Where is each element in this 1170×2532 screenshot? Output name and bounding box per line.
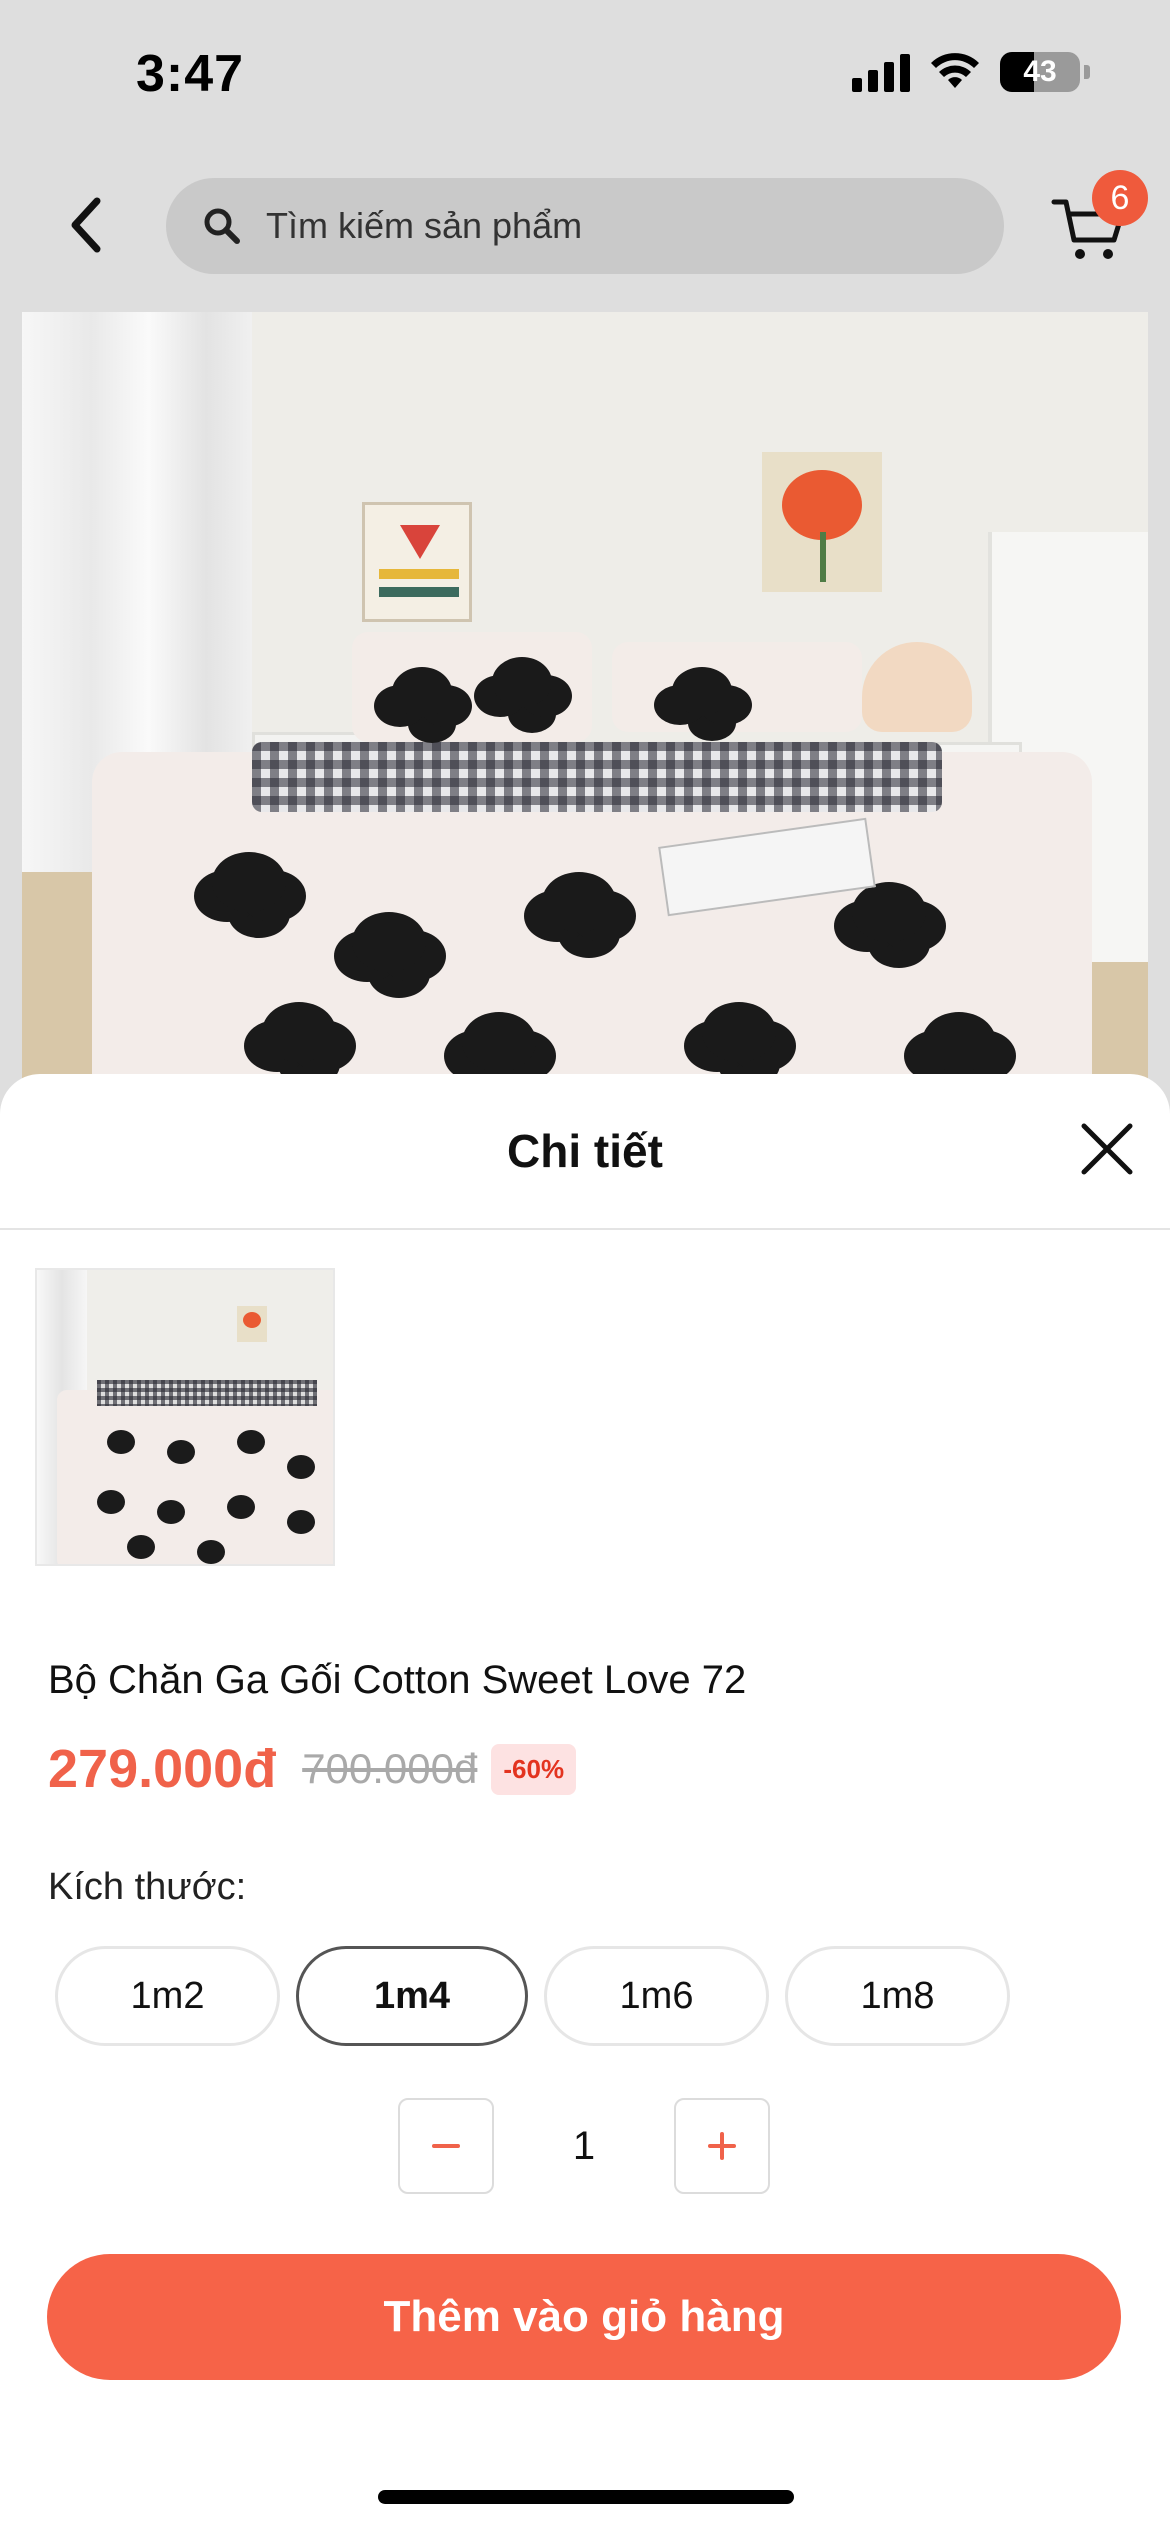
search-icon (204, 208, 240, 244)
close-icon (1081, 1123, 1133, 1175)
add-to-cart-button[interactable]: Thêm vào giỏ hàng (47, 2254, 1121, 2380)
product-detail-sheet: Chi tiết Bộ Chăn Ga Gối Cotton Sweet Lov… (0, 1074, 1170, 2532)
plus-icon (708, 2132, 736, 2160)
sheet-title: Chi tiết (507, 1125, 663, 1177)
wifi-icon (931, 53, 979, 88)
size-option-1m2[interactable]: 1m2 (55, 1946, 280, 2046)
size-option-1m6[interactable]: 1m6 (544, 1946, 769, 2046)
top-nav: Tìm kiếm sản phẩm 6 (0, 170, 1170, 280)
home-indicator[interactable] (378, 2490, 794, 2504)
size-options: 1m2 1m4 1m6 1m8 (55, 1946, 1010, 2046)
sheet-header: Chi tiết (0, 1074, 1170, 1230)
size-option-1m8[interactable]: 1m8 (785, 1946, 1010, 2046)
product-hero-image[interactable] (22, 312, 1148, 1092)
increase-quantity-button[interactable] (674, 2098, 770, 2194)
search-input[interactable]: Tìm kiếm sản phẩm (166, 178, 1004, 274)
wall-painting (762, 452, 882, 592)
size-label: Kích thước: (48, 1866, 247, 1908)
back-button[interactable] (50, 190, 120, 260)
battery-icon: 43 (1000, 52, 1090, 92)
decrease-quantity-button[interactable] (398, 2098, 494, 2194)
signal-icon (852, 52, 910, 92)
original-price: 700.000đ (302, 1745, 478, 1792)
minus-icon (432, 2144, 460, 2148)
wall-hanging (362, 502, 472, 622)
status-time: 3:47 (136, 45, 245, 103)
status-bar: 3:47 43 (0, 0, 1170, 150)
cart-count-badge: 6 (1092, 170, 1148, 226)
back-arrow-icon (71, 197, 101, 253)
current-price: 279.000đ (48, 1739, 277, 1799)
quantity-stepper: 1 (398, 2098, 770, 2194)
size-option-1m4[interactable]: 1m4 (296, 1946, 528, 2046)
product-name: Bộ Chăn Ga Gối Cotton Sweet Love 72 (48, 1658, 747, 1702)
search-placeholder: Tìm kiếm sản phẩm (266, 205, 583, 246)
quantity-value[interactable]: 1 (494, 2124, 674, 2169)
product-thumbnail[interactable] (35, 1268, 335, 1566)
close-button[interactable] (1078, 1120, 1136, 1178)
status-icons: 43 (852, 52, 1090, 92)
battery-level: 43 (1023, 55, 1057, 88)
discount-badge: -60% (491, 1743, 577, 1795)
price-row: 279.000đ 700.000đ -60% (48, 1738, 577, 1800)
